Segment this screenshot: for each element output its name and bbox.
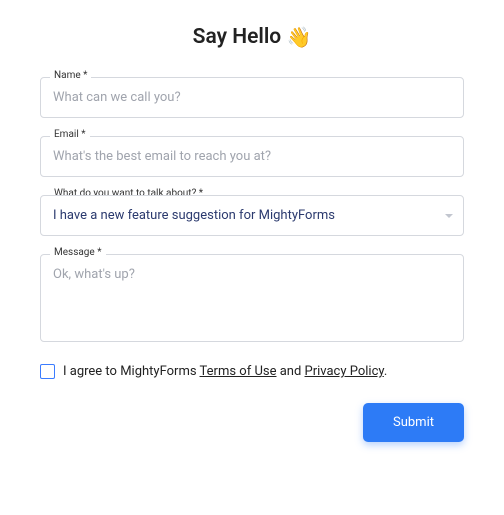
topic-selected-value: I have a new feature suggestion for Migh… [53, 208, 335, 223]
chevron-down-icon [445, 214, 453, 218]
consent-text: I agree to MightyForms Terms of Use and … [63, 364, 387, 379]
email-input[interactable] [40, 136, 464, 177]
consent-and: and [276, 364, 304, 379]
submit-button[interactable]: Submit [363, 403, 464, 442]
name-label: Name * [50, 70, 91, 81]
message-textarea[interactable] [40, 254, 464, 342]
topic-select[interactable]: I have a new feature suggestion for Migh… [40, 195, 464, 236]
topic-field-group: What do you want to talk about? * I have… [40, 195, 464, 236]
consent-prefix: I agree to MightyForms [63, 364, 200, 379]
name-field-group: Name * [40, 77, 464, 118]
message-label: Message * [50, 247, 106, 258]
wave-icon: 👋 [286, 25, 311, 49]
consent-suffix: . [384, 364, 387, 379]
terms-link[interactable]: Terms of Use [200, 364, 277, 379]
email-label: Email * [50, 129, 90, 140]
name-input[interactable] [40, 77, 464, 118]
form-title: Say Hello 👋 [40, 25, 464, 49]
consent-checkbox[interactable] [40, 364, 55, 379]
title-text: Say Hello [193, 25, 282, 49]
consent-row: I agree to MightyForms Terms of Use and … [40, 364, 464, 379]
form-footer: Submit [40, 403, 464, 442]
message-field-group: Message * [40, 254, 464, 346]
email-field-group: Email * [40, 136, 464, 177]
privacy-link[interactable]: Privacy Policy [305, 364, 384, 379]
